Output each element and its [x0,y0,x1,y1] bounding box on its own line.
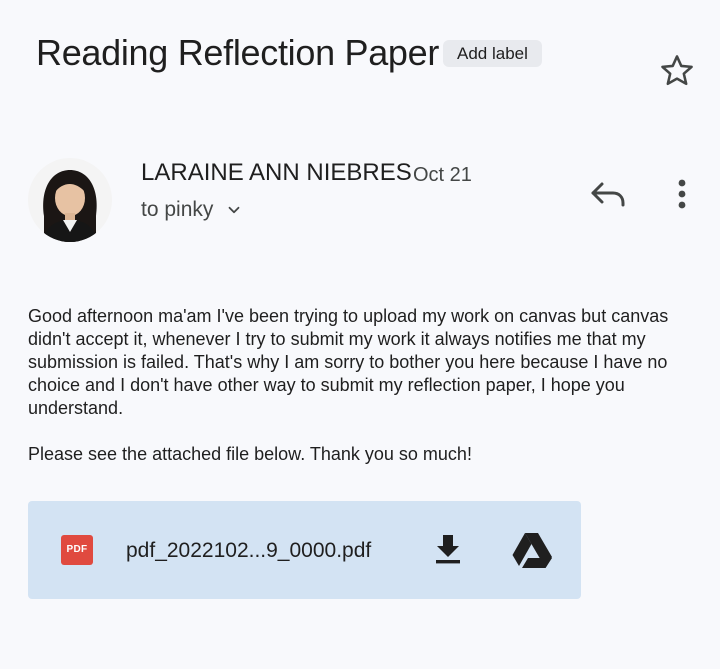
email-subject: Reading Reflection Paper [36,32,440,73]
attachment-card[interactable]: PDF pdf_2022102...9_0000.pdf [28,501,581,599]
sender-name: LARAINE ANN NIEBRES [141,159,412,186]
reply-icon[interactable] [588,176,628,212]
sender-avatar[interactable] [28,158,112,242]
chevron-down-icon [228,206,240,214]
download-icon[interactable] [432,531,464,567]
email-body-paragraph: Good afternoon ma'am I've been trying to… [28,306,669,418]
email-view: Reading Reflection Paper Add label LARAI… [0,0,720,669]
attachment-filename: pdf_2022102...9_0000.pdf [126,539,372,562]
recipient-details-toggle[interactable]: to pinky [141,196,243,224]
add-label-button[interactable]: Add label [443,40,542,67]
email-date: Oct 21 [413,164,472,186]
star-icon[interactable] [658,52,696,90]
more-vert-icon[interactable] [668,176,696,212]
recipient-text: to pinky [141,198,214,221]
email-body: Good afternoon ma'am I've been trying to… [28,305,698,466]
pdf-file-icon: PDF [61,535,93,565]
email-body-paragraph: Please see the attached file below. Than… [28,444,472,464]
google-drive-icon[interactable] [511,531,553,569]
